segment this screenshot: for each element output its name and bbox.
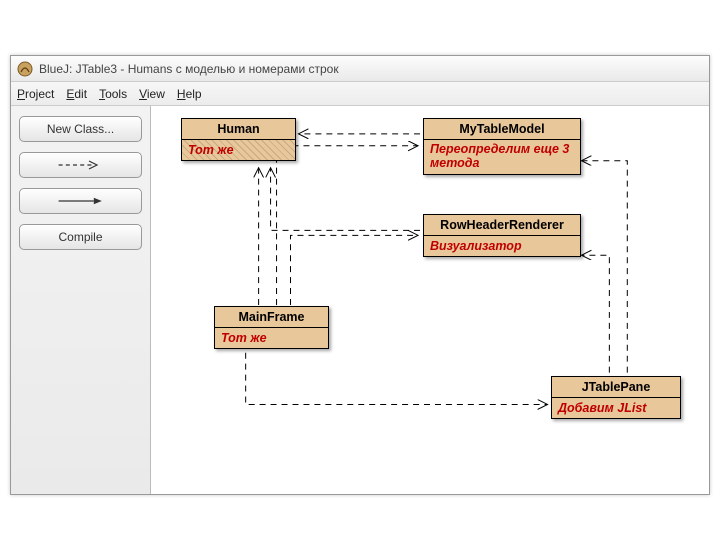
class-jtablepane-note: Добавим JList xyxy=(552,398,680,418)
class-human[interactable]: Human Тот же xyxy=(181,118,296,161)
class-rowheaderrenderer-note: Визуализатор xyxy=(424,236,580,256)
dashed-arrow-icon xyxy=(57,160,105,170)
new-class-label: New Class... xyxy=(47,122,114,136)
class-rowheaderrenderer-name: RowHeaderRenderer xyxy=(424,215,580,236)
compile-button[interactable]: Compile xyxy=(19,224,142,250)
compile-label: Compile xyxy=(58,230,102,244)
class-jtablepane-name: JTablePane xyxy=(552,377,680,398)
content-area: New Class... Compile xyxy=(11,106,709,494)
window-title: BlueJ: JTable3 - Humans с моделью и номе… xyxy=(39,62,339,76)
class-mytablemodel[interactable]: MyTableModel Переопределим еще 3 метода xyxy=(423,118,581,175)
menu-bar: Project Edit Tools View Help xyxy=(11,82,709,106)
menu-tools[interactable]: Tools xyxy=(99,87,127,101)
class-mainframe[interactable]: MainFrame Тот же xyxy=(214,306,329,349)
solid-arrow-tool-button[interactable] xyxy=(19,188,142,214)
class-rowheaderrenderer[interactable]: RowHeaderRenderer Визуализатор xyxy=(423,214,581,257)
sidebar: New Class... Compile xyxy=(11,106,151,494)
menu-edit[interactable]: Edit xyxy=(66,87,87,101)
menu-view[interactable]: View xyxy=(139,87,165,101)
class-mytablemodel-name: MyTableModel xyxy=(424,119,580,140)
class-human-name: Human xyxy=(182,119,295,140)
new-class-button[interactable]: New Class... xyxy=(19,116,142,142)
title-bar: BlueJ: JTable3 - Humans с моделью и номе… xyxy=(11,56,709,82)
app-icon xyxy=(17,61,33,77)
class-human-note: Тот же xyxy=(182,140,295,160)
menu-project[interactable]: Project xyxy=(17,87,54,101)
class-diagram[interactable]: Human Тот же MyTableModel Переопределим … xyxy=(151,106,709,494)
dashed-arrow-tool-button[interactable] xyxy=(19,152,142,178)
solid-arrow-icon xyxy=(57,196,105,206)
class-jtablepane[interactable]: JTablePane Добавим JList xyxy=(551,376,681,419)
class-mainframe-note: Тот же xyxy=(215,328,328,348)
class-mainframe-name: MainFrame xyxy=(215,307,328,328)
menu-help[interactable]: Help xyxy=(177,87,202,101)
class-mytablemodel-note: Переопределим еще 3 метода xyxy=(424,140,580,174)
app-window: BlueJ: JTable3 - Humans с моделью и номе… xyxy=(10,55,710,495)
